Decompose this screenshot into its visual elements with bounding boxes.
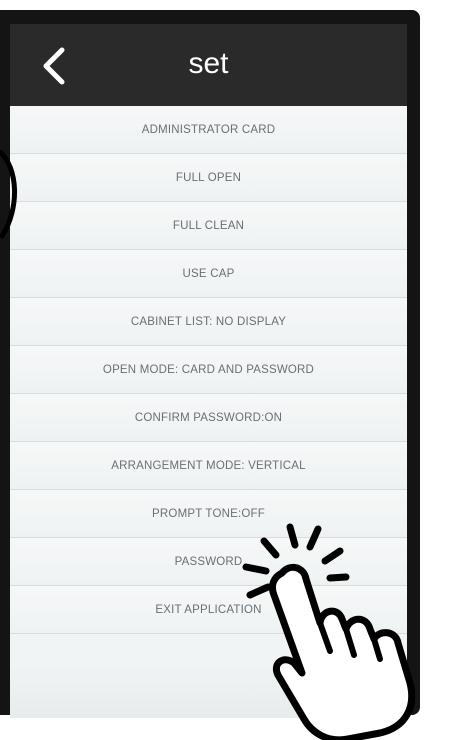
tap-hand-icon — [242, 523, 416, 740]
menu-item-arrangement-mode[interactable]: ARRANGEMENT MODE: VERTICAL — [10, 442, 407, 490]
menu-item-use-cap[interactable]: USE CAP — [10, 250, 407, 298]
menu-item-confirm-password[interactable]: CONFIRM PASSWORD:ON — [10, 394, 407, 442]
menu-item-cabinet-list[interactable]: CABINET LIST: NO DISPLAY — [10, 298, 407, 346]
app-header: set — [10, 24, 407, 106]
menu-item-administrator-card[interactable]: ADMINISTRATOR CARD — [10, 106, 407, 154]
page-title: set — [188, 47, 229, 80]
menu-item-full-open[interactable]: FULL OPEN — [10, 154, 407, 202]
menu-item-open-mode[interactable]: OPEN MODE: CARD AND PASSWORD — [10, 346, 407, 394]
menu-item-full-clean[interactable]: FULL CLEAN — [10, 202, 407, 250]
partial-hand-outline-icon — [0, 150, 17, 239]
